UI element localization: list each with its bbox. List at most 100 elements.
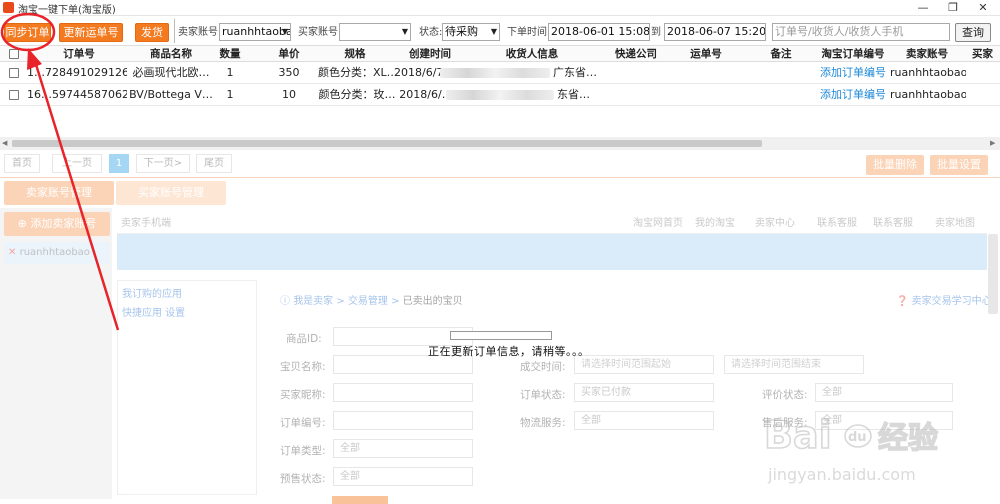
receiver-cell: 东省… (557, 88, 590, 101)
status-label: 状态: (419, 27, 443, 38)
receiver-cell: 广东省… (553, 66, 597, 79)
order-status-select[interactable]: 买家已付款 (574, 383, 714, 402)
seller-cell: ruanhhtaobao (890, 66, 966, 79)
search-input[interactable]: 订单号/收货人/收货人手机 (772, 23, 950, 41)
learn-link[interactable]: ❓ 卖家交易学习中心 (896, 292, 992, 307)
horizontal-scrollbar[interactable]: ◀ ▶ (0, 137, 1000, 150)
field-label: 物流服务: (520, 417, 566, 429)
start-time-input[interactable]: 2018-06-01 15:08:49 (548, 23, 650, 41)
order-time-label: 下单时间: (507, 27, 551, 38)
scroll-left-icon[interactable]: ◀ (2, 139, 7, 147)
title-bar: 淘宝一键下单(淘宝版) — ❐ ✕ (0, 0, 1000, 16)
column-header[interactable]: 数量 (212, 46, 248, 62)
ship-button[interactable]: 发货 (135, 23, 169, 42)
plus-icon: ⊕ (17, 217, 31, 230)
query-button[interactable]: 查询 (955, 23, 991, 42)
row-checkbox[interactable] (9, 90, 19, 100)
maximize-button[interactable]: ❐ (938, 0, 968, 16)
watermark-brand: Bai (764, 413, 832, 457)
pager-prev[interactable]: 上一页 (52, 154, 102, 173)
column-header[interactable]: 备注 (762, 46, 800, 62)
end-time-input[interactable]: 2018-06-07 15:20:49 (664, 23, 766, 41)
watermark-url: jingyan.baidu.com (767, 465, 916, 484)
search-button-edge[interactable] (332, 496, 388, 504)
seller-cell: ruanhhtaobao (890, 88, 966, 101)
scroll-right-icon[interactable]: ▶ (990, 139, 995, 147)
pager-last[interactable]: 尾页 (196, 154, 232, 173)
breadcrumb: ⓘ 我是卖家 > 交易管理 > 已卖出的宝贝 (280, 296, 463, 307)
redacted-receiver (446, 90, 554, 100)
field-label: 评价状态: (762, 389, 808, 401)
pager-next[interactable]: 下一页> (136, 154, 190, 173)
table-header: 订单号 商品名称 数量 单价 规格 创建时间 收货人信息 快递公司 运单号 备注… (0, 45, 1000, 62)
order-number-input[interactable] (333, 411, 473, 430)
update-tracking-button[interactable]: 更新运单号 (59, 23, 123, 42)
status-select[interactable]: 待采购 ▼ (442, 23, 500, 41)
batch-delete-button[interactable]: 批量删除 (866, 155, 924, 175)
seller-accounts-tab[interactable]: 卖家账号管理 (4, 181, 114, 205)
add-order-number-link[interactable]: 添加订单编号 (818, 62, 888, 83)
pager-first[interactable]: 首页 (4, 154, 40, 173)
deal-time-end-input[interactable]: 请选择时间范围结束 (724, 355, 864, 374)
watermark-cn: 经验 (878, 421, 938, 456)
seller-select[interactable]: ruanhhtaoba ▼ (219, 23, 291, 41)
column-header[interactable]: 规格 (330, 46, 380, 62)
time-separator: 到 (651, 27, 661, 38)
order-id-cell: 16…597445870629… (27, 88, 127, 101)
nav-link[interactable]: 卖家中心 (755, 214, 795, 229)
review-status-select[interactable]: 全部 (815, 383, 953, 402)
batch-settings-button[interactable]: 批量设置 (930, 155, 988, 175)
add-seller-button[interactable]: ⊕ 添加卖家账号 (4, 212, 110, 236)
column-header[interactable]: 淘宝订单编号 (818, 46, 888, 62)
nav-link[interactable]: 联系客服 (817, 214, 857, 229)
vertical-scrollbar[interactable] (988, 234, 998, 314)
column-header[interactable]: 商品名称 (128, 46, 214, 62)
column-header[interactable]: 收货人信息 (497, 46, 567, 62)
column-header[interactable]: 单价 (270, 46, 308, 62)
learn-label: 卖家交易学习中心 (911, 296, 992, 307)
order-id-cell: 1…7284910291268… (27, 66, 127, 79)
chevron-down-icon: ▼ (490, 27, 497, 36)
watermark-graphic: Bai du 经验 jingyan.baidu.com (763, 412, 939, 484)
nav-link[interactable]: 卖家地图 (935, 214, 975, 229)
breadcrumb-item[interactable]: 交易管理 (348, 296, 388, 307)
nav-link[interactable]: 淘宝网首页 (633, 214, 683, 229)
breadcrumb-item[interactable]: 我是卖家 (293, 296, 333, 307)
buyer-accounts-tab[interactable]: 买家账号管理 (116, 181, 226, 205)
spec-cell: 颜色分类：XL… (318, 66, 396, 79)
breadcrumb-item: 已卖出的宝贝 (402, 296, 463, 307)
row-checkbox[interactable] (9, 68, 19, 78)
apps-panel: 我订购的应用 快捷应用 设置 (117, 280, 257, 495)
presale-status-select[interactable]: 全部 (333, 467, 473, 486)
buyer-select[interactable]: ▼ (339, 23, 411, 41)
field-label: 订单状态: (520, 389, 566, 401)
buyer-nick-input[interactable] (333, 383, 473, 402)
close-button[interactable]: ✕ (968, 0, 998, 16)
deal-time-start-input[interactable]: 请选择时间范围起始 (574, 355, 714, 374)
pager-current[interactable]: 1 (109, 154, 129, 173)
field-label: 宝贝名称: (280, 361, 326, 373)
apps-link[interactable]: 快捷应用 设置 (118, 304, 256, 319)
logistics-select[interactable]: 全部 (574, 411, 714, 430)
column-header[interactable]: 运单号 (686, 46, 726, 62)
redacted-receiver (440, 68, 550, 78)
scrollbar-thumb[interactable] (12, 140, 762, 147)
select-all-checkbox[interactable] (9, 49, 19, 59)
table-row[interactable]: 16…597445870629… BV/Bottega V… 1 10 颜色分类… (0, 84, 1000, 106)
apps-link[interactable]: 我订购的应用 (118, 281, 256, 304)
column-header[interactable]: 创建时间 (400, 46, 460, 62)
minimize-button[interactable]: — (908, 0, 938, 16)
add-order-number-link[interactable]: 添加订单编号 (818, 84, 888, 105)
column-header[interactable]: 买家 (972, 46, 1000, 62)
nav-link[interactable]: 我的淘宝 (695, 214, 735, 229)
sync-orders-button[interactable]: 同步订单 (4, 23, 51, 42)
column-header[interactable]: 卖家账号 (902, 46, 952, 62)
seller-account-item[interactable]: ✕ ruanhhtaobao (4, 242, 110, 264)
column-header[interactable]: 快递公司 (606, 46, 666, 62)
remove-icon[interactable]: ✕ (8, 247, 16, 258)
nav-link[interactable]: 联系客服 (873, 214, 913, 229)
field-label: 商品ID: (286, 333, 322, 345)
column-header[interactable]: 订单号 (30, 46, 128, 62)
table-row[interactable]: 1…7284910291268… 必画现代北欧… 1 350 颜色分类：XL… … (0, 62, 1000, 84)
order-type-select[interactable]: 全部 (333, 439, 473, 458)
